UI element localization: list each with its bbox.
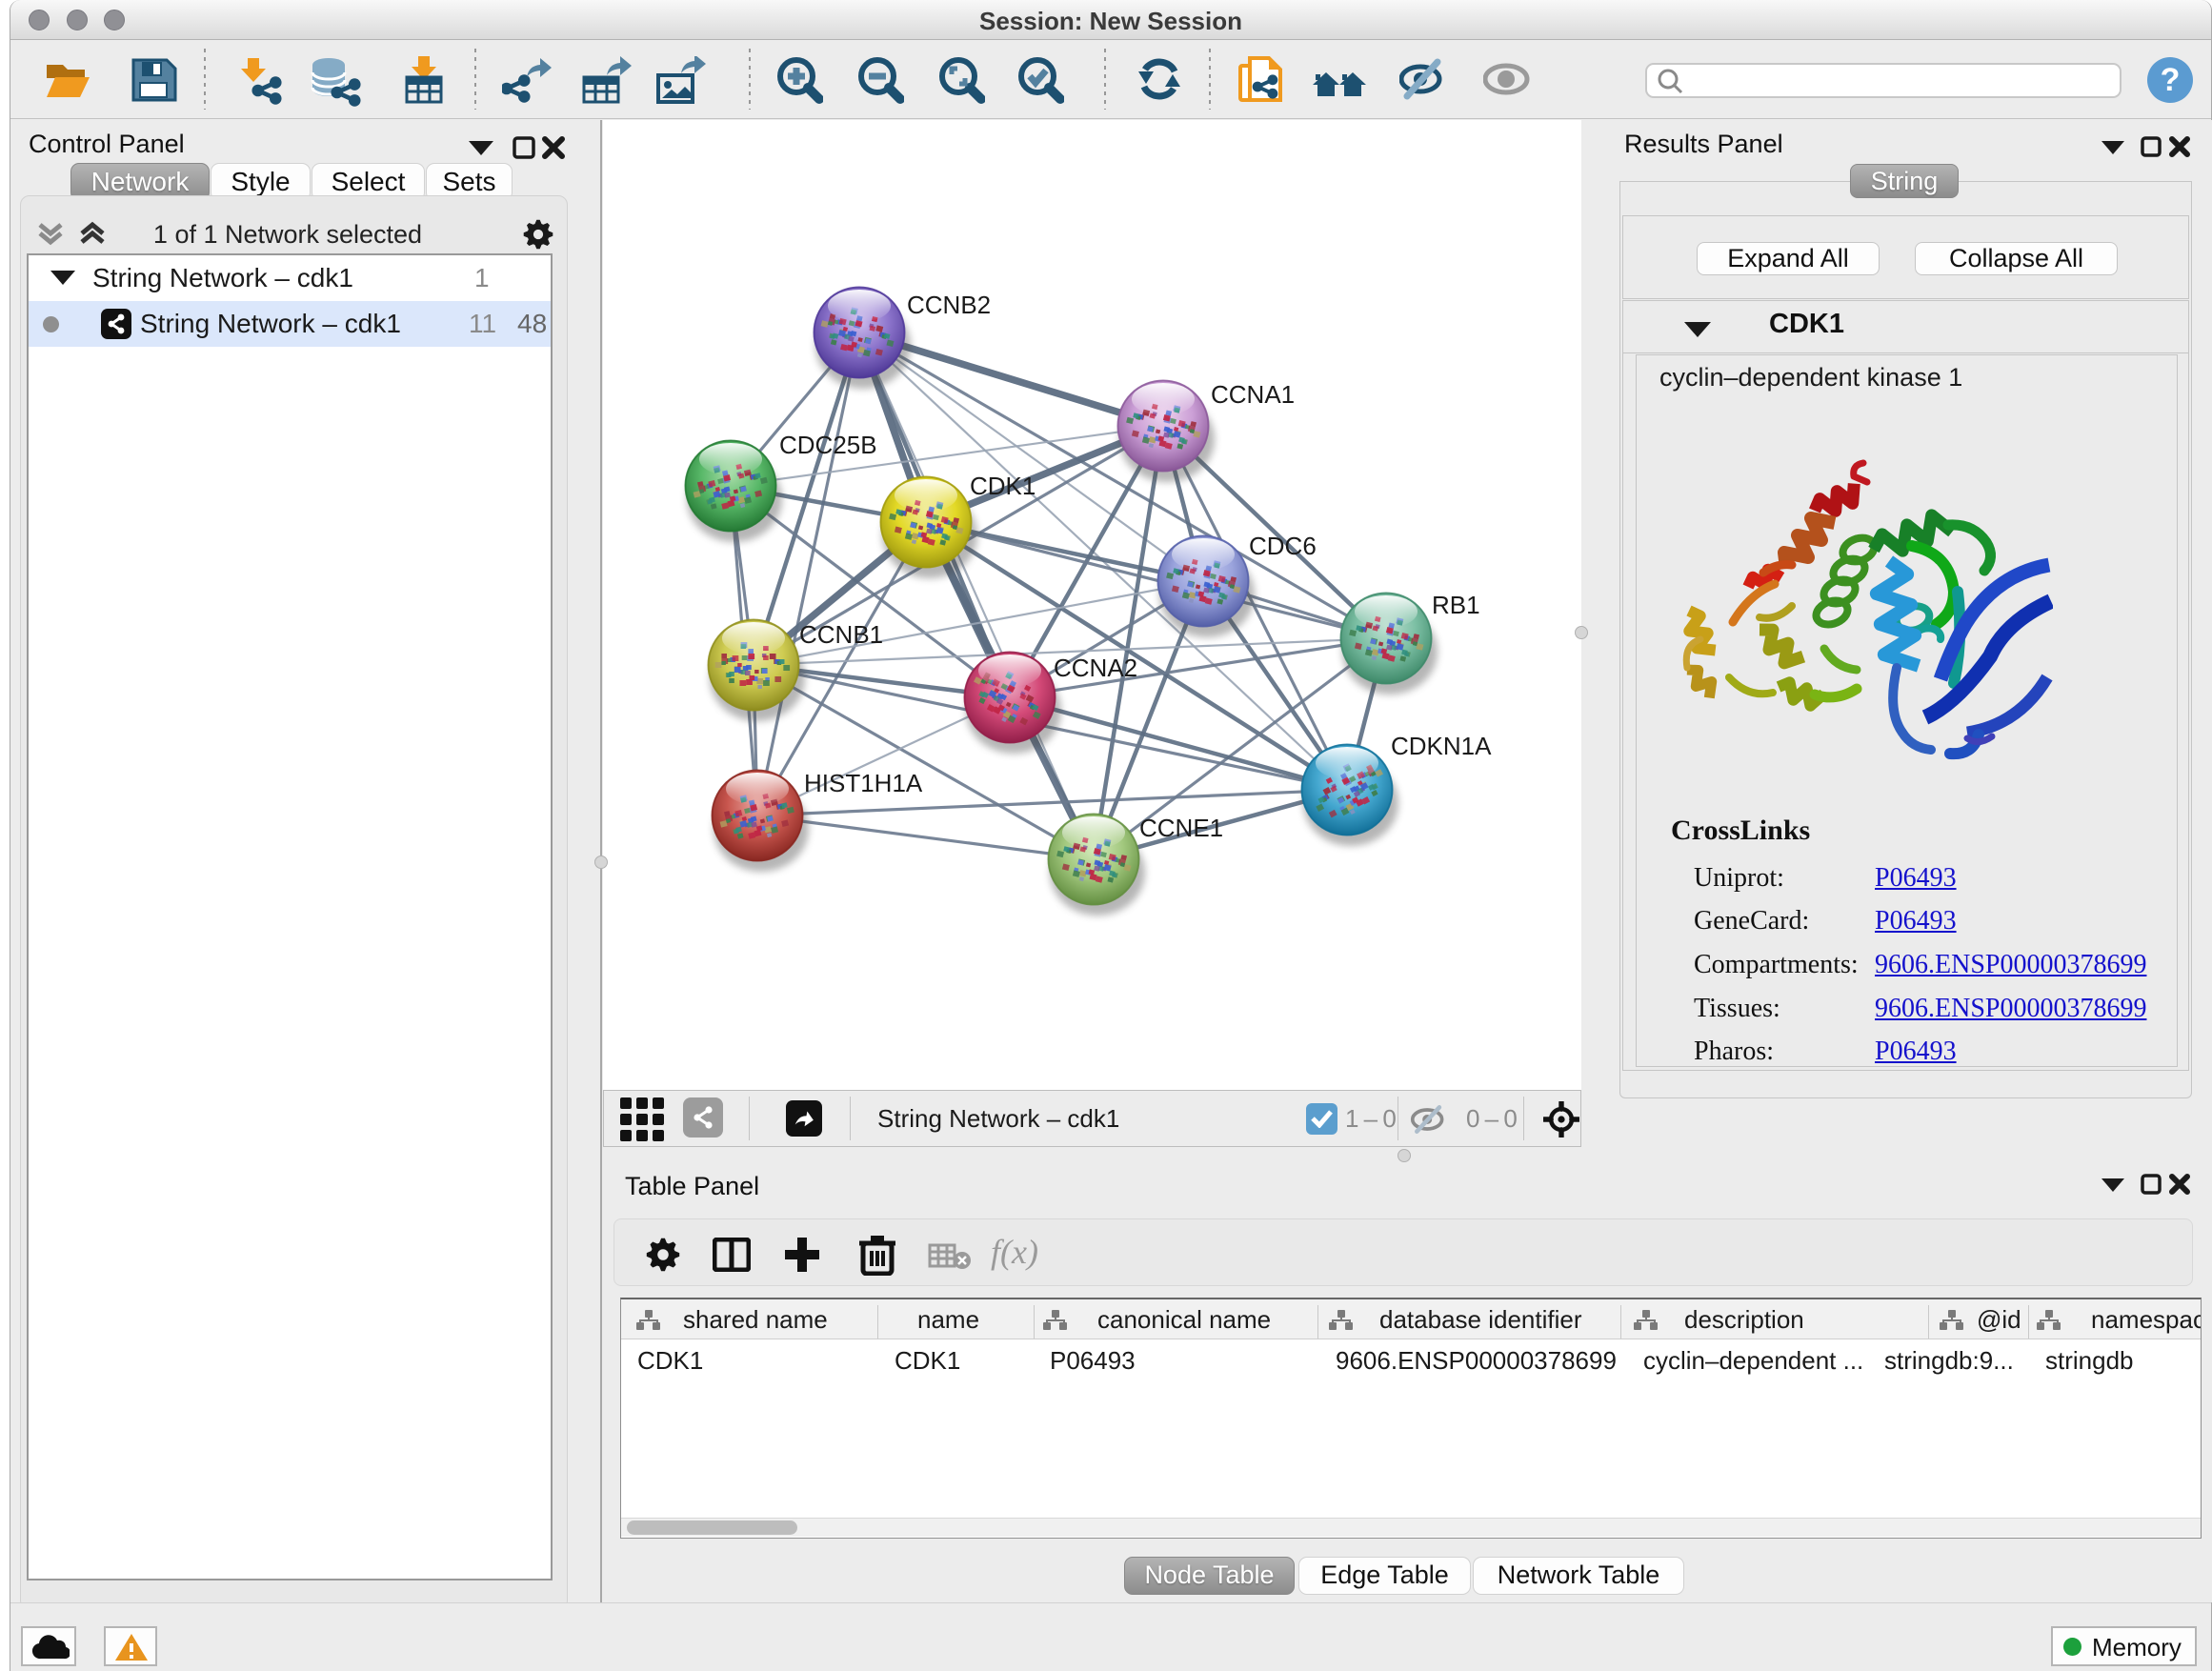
svg-text:CDKN1A: CDKN1A [1391, 732, 1492, 760]
svg-text:CDC25B: CDC25B [779, 431, 877, 459]
svg-text:RB1: RB1 [1432, 591, 1480, 619]
svg-text:CDC6: CDC6 [1249, 532, 1317, 560]
svg-text:CCNE1: CCNE1 [1139, 814, 1223, 842]
svg-text:HIST1H1A: HIST1H1A [804, 769, 923, 797]
svg-text:?: ? [2161, 62, 2181, 98]
svg-text:CCNB1: CCNB1 [799, 620, 883, 649]
svg-text:CCNA1: CCNA1 [1211, 380, 1295, 409]
svg-text:CCNB2: CCNB2 [907, 291, 991, 319]
svg-text:CDK1: CDK1 [970, 472, 1036, 500]
svg-text:CCNA2: CCNA2 [1054, 654, 1137, 682]
